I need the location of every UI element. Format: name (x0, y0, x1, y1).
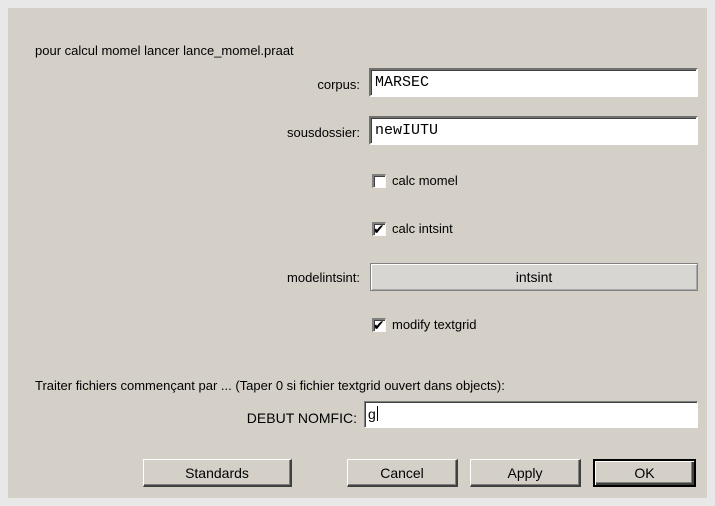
modify-textgrid-option[interactable]: ✔ modify textgrid (372, 317, 477, 333)
cancel-button-label: Cancel (380, 464, 424, 481)
calc-intsint-option[interactable]: ✔ calc intsint (372, 221, 453, 237)
window-top-frame (0, 0, 715, 8)
standards-button-label: Standards (185, 464, 249, 481)
corpus-label: corpus: (317, 77, 360, 92)
check-icon: ✔ (373, 221, 385, 237)
modelintsint-selected-value: intsint (515, 269, 553, 285)
sousdossier-field[interactable]: newIUTU (369, 116, 698, 145)
calc-momel-label: calc momel (392, 173, 458, 188)
text-cursor (376, 406, 378, 421)
ok-button-label: OK (634, 465, 655, 481)
standards-button[interactable]: Standards (143, 459, 292, 487)
calc-intsint-label: calc intsint (392, 221, 453, 236)
ok-button[interactable]: OK (593, 459, 696, 487)
debut-nomfic-label: DEBUT NOMFIC: (246, 410, 357, 426)
debut-nomfic-field[interactable]: g (364, 401, 698, 428)
cancel-button[interactable]: Cancel (347, 459, 458, 487)
apply-button-label: Apply (507, 464, 543, 481)
calc-momel-option[interactable]: calc momel (372, 173, 458, 189)
modelintsint-label: modelintsint: (287, 270, 360, 285)
debut-nomfic-value: g (368, 406, 376, 422)
calc-intsint-checkbox[interactable]: ✔ (372, 221, 386, 237)
modify-textgrid-label: modify textgrid (392, 317, 477, 332)
check-icon: ✔ (373, 317, 385, 333)
window-bottom-frame (0, 498, 715, 506)
window-right-frame (707, 0, 715, 506)
modelintsint-menu-button[interactable]: intsint (370, 263, 698, 291)
calc-momel-checkbox[interactable] (372, 174, 386, 188)
apply-button[interactable]: Apply (470, 459, 581, 487)
sousdossier-label: sousdossier: (287, 125, 360, 140)
intro-text: pour calcul momel lancer lance_momel.pra… (35, 43, 294, 58)
window-left-frame (0, 0, 8, 506)
prefix-instruction-text: Traiter fichiers commençant par ... (Tap… (35, 378, 505, 393)
corpus-field[interactable]: MARSEC (369, 68, 698, 97)
praat-form-dialog: pour calcul momel lancer lance_momel.pra… (0, 0, 715, 506)
modify-textgrid-checkbox[interactable]: ✔ (372, 317, 386, 333)
